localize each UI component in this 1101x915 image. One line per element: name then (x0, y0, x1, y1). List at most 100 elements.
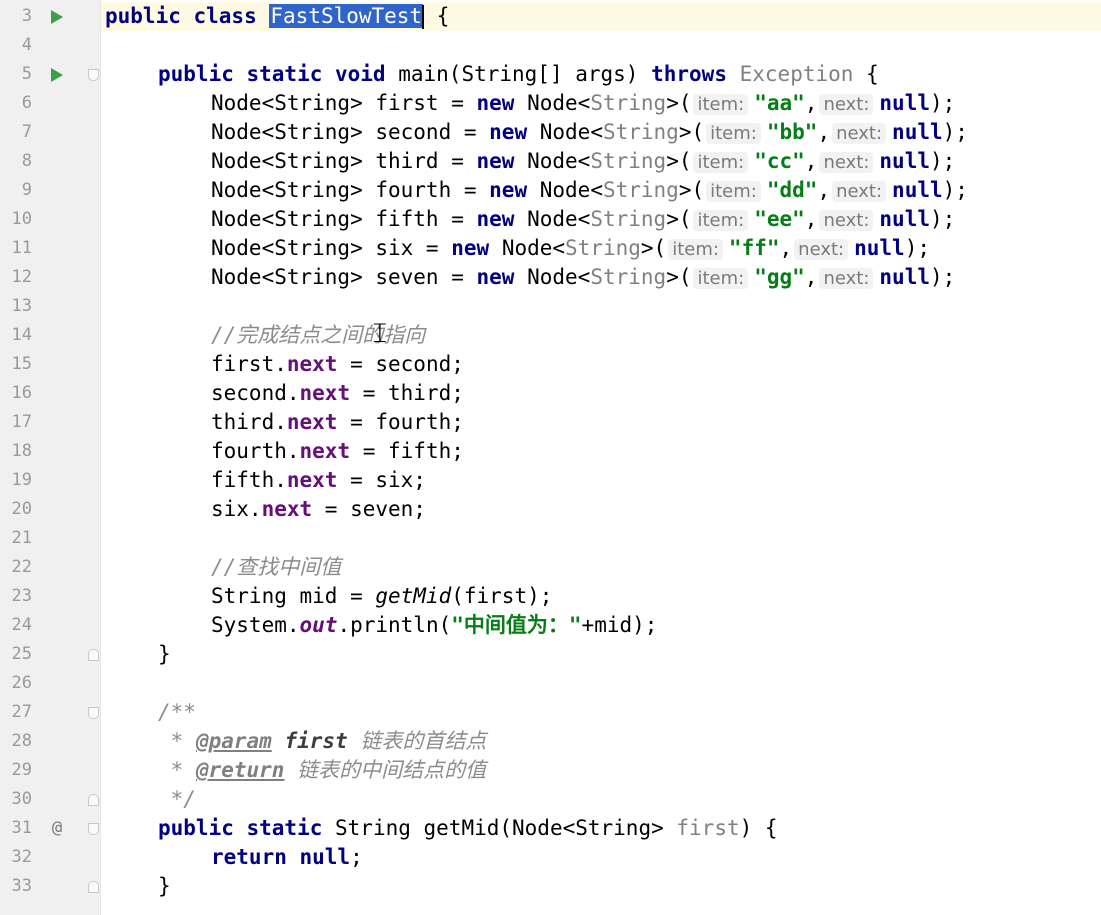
code-line: 15 first.next = second; (0, 350, 1101, 379)
code-line: 9 Node<String> fourth = new Node<String>… (0, 176, 1101, 205)
line-number: 23 (11, 586, 32, 606)
param-hint: next: (819, 268, 874, 289)
override-icon[interactable]: @ (48, 814, 66, 843)
code-line: 30 */ (0, 785, 1101, 814)
param-hint: item: (706, 123, 761, 144)
line-number: 33 (11, 876, 32, 896)
code-line: 8 Node<String> third = new Node<String>(… (0, 147, 1101, 176)
code-text[interactable]: return null; (211, 843, 363, 872)
code-line: 20 six.next = seven; (0, 495, 1101, 524)
code-line: 13 (0, 292, 1101, 321)
line-number: 20 (11, 499, 32, 519)
fold-icon[interactable] (86, 60, 100, 89)
code-text[interactable]: System.out.println("中间值为："+mid); (211, 611, 657, 640)
code-line: 6 Node<String> first = new Node<String>(… (0, 89, 1101, 118)
code-text[interactable]: third.next = fourth; (211, 408, 464, 437)
code-text[interactable]: second.next = third; (211, 379, 464, 408)
code-text[interactable]: fifth.next = six; (211, 466, 426, 495)
code-text[interactable]: } (158, 640, 171, 669)
line-number: 8 (21, 151, 32, 171)
line-number: 17 (11, 412, 32, 432)
fold-icon[interactable] (86, 640, 100, 669)
run-main-icon[interactable] (48, 60, 66, 89)
javadoc-text[interactable]: */ (158, 785, 196, 814)
line-number: 32 (11, 847, 32, 867)
javadoc-text[interactable]: /** (158, 698, 196, 727)
line-number: 12 (11, 267, 32, 287)
code-line: 22 //查找中间值 (0, 553, 1101, 582)
code-text[interactable]: Node<String> fifth = new Node<String>(it… (211, 205, 955, 235)
code-line: 31 @ public static String getMid(Node<St… (0, 814, 1101, 843)
code-text[interactable]: Node<String> fourth = new Node<String>(i… (211, 176, 968, 206)
param-hint: next: (819, 210, 874, 231)
line-number: 21 (11, 528, 32, 548)
line-number: 22 (11, 557, 32, 577)
line-number: 14 (11, 325, 32, 345)
code-line: 7 Node<String> second = new Node<String>… (0, 118, 1101, 147)
comment-text[interactable]: //查找中间值 (211, 553, 341, 582)
code-text[interactable]: Node<String> first = new Node<String>(it… (211, 89, 955, 119)
line-number: 11 (11, 238, 32, 258)
code-line: 19 fifth.next = six; (0, 466, 1101, 495)
run-class-icon[interactable] (48, 2, 66, 31)
code-text[interactable]: Node<String> seven = new Node<String>(it… (211, 263, 955, 293)
code-line: 24 System.out.println("中间值为："+mid); (0, 611, 1101, 640)
code-text[interactable]: public static String getMid(Node<String>… (158, 814, 778, 843)
code-line: 23 String mid = getMid(first); (0, 582, 1101, 611)
fold-icon[interactable] (86, 814, 100, 843)
line-number: 15 (11, 354, 32, 374)
line-number: 29 (11, 760, 32, 780)
line-number: 28 (11, 731, 32, 751)
line-number: 31 (11, 818, 32, 838)
line-number: 7 (21, 122, 32, 142)
code-line: 32 return null; (0, 843, 1101, 872)
code-text[interactable]: } (158, 872, 171, 901)
comment-text[interactable]: //完成结点之间的指向 (211, 321, 425, 350)
line-number: 26 (11, 673, 32, 693)
code-text[interactable]: public static void main(String[] args) t… (158, 60, 879, 89)
ibeam-cursor-icon: 𝙸 (370, 316, 390, 349)
line-number: 13 (11, 296, 32, 316)
code-line: 14 //完成结点之间的指向 (0, 321, 1101, 350)
param-hint: item: (668, 239, 723, 260)
param-hint: item: (693, 152, 749, 173)
line-number: 27 (11, 702, 32, 722)
code-line: 11 Node<String> six = new Node<String>(i… (0, 234, 1101, 263)
param-hint: next: (794, 239, 849, 260)
code-text[interactable]: String mid = getMid(first); (211, 582, 552, 611)
code-line: 29 * @return 链表的中间结点的值 (0, 756, 1101, 785)
code-line: 25 } (0, 640, 1101, 669)
code-editor[interactable]: 3 public class FastSlowTest { 4 5 public… (0, 0, 1101, 915)
line-number: 4 (21, 35, 32, 55)
code-line: 12 Node<String> seven = new Node<String>… (0, 263, 1101, 292)
line-number: 5 (21, 64, 32, 84)
fold-icon[interactable] (86, 698, 100, 727)
code-text[interactable]: public class FastSlowTest { (105, 2, 449, 31)
line-number: 18 (11, 441, 32, 461)
selected-class-name: FastSlowTest (269, 4, 424, 28)
code-line: 4 (0, 31, 1101, 60)
line-number: 19 (11, 470, 32, 490)
code-line: 28 * @param first 链表的首结点 (0, 727, 1101, 756)
code-text[interactable]: Node<String> six = new Node<String>(item… (211, 234, 930, 264)
param-hint: next: (819, 152, 874, 173)
code-line: 21 (0, 524, 1101, 553)
code-line: 16 second.next = third; (0, 379, 1101, 408)
javadoc-text[interactable]: * @return 链表的中间结点的值 (158, 756, 486, 785)
param-hint: next: (832, 181, 887, 202)
code-line: 33 } (0, 872, 1101, 901)
code-text[interactable]: fourth.next = fifth; (211, 437, 464, 466)
fold-icon[interactable] (86, 872, 100, 901)
line-number: 3 (21, 6, 32, 26)
param-hint: next: (832, 123, 887, 144)
javadoc-text[interactable]: * @param first 链表的首结点 (158, 727, 487, 756)
fold-icon[interactable] (86, 785, 100, 814)
code-text[interactable]: first.next = second; (211, 350, 464, 379)
code-text[interactable]: Node<String> second = new Node<String>(i… (211, 118, 968, 148)
param-hint: item: (693, 268, 749, 289)
code-text[interactable]: six.next = seven; (211, 495, 426, 524)
code-line: 10 Node<String> fifth = new Node<String>… (0, 205, 1101, 234)
code-text[interactable]: Node<String> third = new Node<String>(it… (211, 147, 955, 177)
param-hint: next: (819, 94, 874, 115)
line-number: 9 (21, 180, 32, 200)
